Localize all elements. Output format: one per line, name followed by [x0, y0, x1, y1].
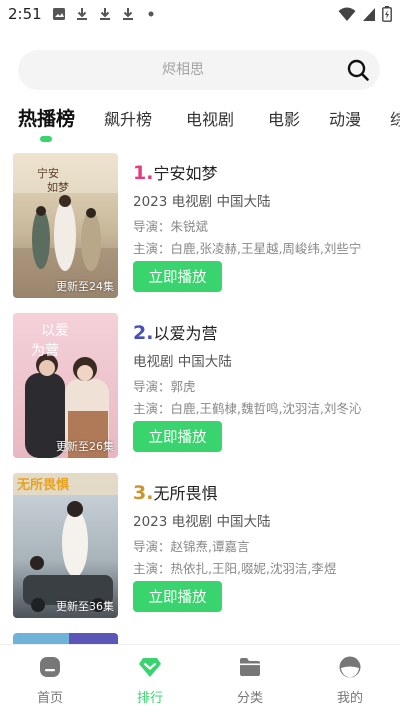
poster-art: 以爱 为营	[13, 313, 118, 458]
play-button[interactable]: 立即播放	[133, 421, 222, 452]
item-cast: 主演：白鹿,张凌赫,王星越,周峻纬,刘些宁	[133, 241, 362, 256]
poster-art	[69, 633, 118, 645]
dot-icon	[148, 11, 154, 17]
system-icons	[338, 6, 392, 22]
item-meta: 2023 电视剧 中国大陆	[133, 194, 271, 210]
item-director: 导演：赵锦焘,谭嘉言	[133, 539, 250, 554]
list-item[interactable]: 无所畏惧 更新至36集 3.无所畏惧 2023 电视剧 中国大陆 导演：赵锦焘,…	[0, 470, 400, 620]
item-meta: 电视剧 中国大陆	[133, 354, 232, 370]
download-icon	[100, 8, 110, 20]
bottom-navigation: 首页 排行 分类 我的	[0, 645, 400, 711]
notification-icons	[52, 7, 158, 21]
title-text: 以爱为营	[153, 324, 218, 343]
nav-profile[interactable]: 我的	[300, 645, 400, 711]
ranking-list: 宁安 如梦 更新至24集 1.宁安如梦 2023 电视剧 中国大陆 导演：朱锐斌…	[0, 150, 400, 645]
svg-text:无所畏惧: 无所畏惧	[16, 477, 69, 493]
title-text: 无所畏惧	[153, 484, 218, 503]
download-icon	[123, 8, 133, 20]
tab-anime[interactable]: 动漫	[329, 106, 361, 130]
nav-label: 首页	[36, 691, 63, 706]
nav-home[interactable]: 首页	[0, 645, 100, 711]
wifi-icon	[338, 7, 356, 21]
item-cast: 主演：热依扎,王阳,啜妮,沈羽洁,李煜	[133, 561, 337, 576]
item-meta: 2023 电视剧 中国大陆	[133, 514, 271, 530]
item-title[interactable]: 1.宁安如梦	[133, 160, 217, 184]
update-badge: 更新至26集	[56, 440, 114, 453]
item-title[interactable]: 3.无所畏惧	[133, 480, 217, 504]
poster-art: 宁安 如梦	[13, 153, 118, 298]
rank-number: 3.	[133, 482, 154, 504]
nav-label: 分类	[236, 691, 263, 706]
category-tabs: 热播榜 飙升榜 电视剧 电影 动漫 综	[0, 100, 400, 146]
nav-label: 排行	[136, 691, 163, 706]
battery-icon	[382, 6, 392, 22]
title-text: 宁安如梦	[153, 164, 218, 183]
nav-category[interactable]: 分类	[200, 645, 300, 711]
tab-movie[interactable]: 电影	[268, 106, 300, 130]
list-item[interactable]: 宁安 如梦 更新至24集 1.宁安如梦 2023 电视剧 中国大陆 导演：朱锐斌…	[0, 150, 400, 300]
download-icon	[77, 8, 87, 20]
poster-image[interactable]: 以爱 为营 更新至26集	[13, 313, 118, 458]
svg-text:以爱: 以爱	[41, 323, 69, 339]
status-time: 2:51	[8, 5, 42, 23]
item-director: 导演：郭虎	[133, 379, 196, 394]
tab-indicator	[40, 136, 52, 142]
tab-hot[interactable]: 热播榜	[18, 104, 75, 131]
rank-number: 1.	[133, 162, 154, 184]
svg-text:为营: 为营	[31, 343, 59, 359]
update-badge: 更新至24集	[56, 280, 114, 293]
tab-rising[interactable]: 飙升榜	[104, 106, 152, 130]
play-button[interactable]: 立即播放	[133, 261, 222, 292]
rank-number: 2.	[133, 322, 154, 344]
tab-tv[interactable]: 电视剧	[186, 106, 234, 130]
profile-icon	[339, 656, 361, 678]
nav-ranking[interactable]: 排行	[100, 645, 200, 711]
folder-icon	[240, 658, 260, 676]
play-button[interactable]: 立即播放	[133, 581, 222, 612]
nav-label: 我的	[336, 691, 363, 706]
item-director: 导演：朱锐斌	[133, 219, 209, 234]
search-bar[interactable]	[18, 50, 380, 90]
item-cast: 主演：白鹿,王鹤棣,魏哲鸣,沈羽洁,刘冬沁	[133, 401, 362, 416]
list-item[interactable]: 以爱 为营 更新至26集 2.以爱为营 电视剧 中国大陆 导演：郭虎 主演：白鹿…	[0, 310, 400, 460]
poster-image[interactable]: 无所畏惧 更新至36集	[13, 473, 118, 618]
poster-image[interactable]	[13, 633, 118, 645]
image-icon	[53, 8, 65, 20]
signal-icon	[363, 7, 375, 21]
poster-art: 无所畏惧	[13, 473, 118, 618]
search-icon[interactable]	[346, 58, 370, 82]
tab-variety[interactable]: 综	[390, 106, 400, 130]
update-badge: 更新至36集	[56, 600, 114, 613]
ranking-icon	[139, 658, 161, 677]
status-bar: 2:51	[0, 0, 400, 28]
svg-text:如梦: 如梦	[47, 180, 69, 194]
svg-text:宁安: 宁安	[37, 166, 59, 180]
item-title[interactable]: 2.以爱为营	[133, 320, 217, 344]
search-input[interactable]	[58, 50, 308, 90]
home-icon	[40, 657, 60, 677]
poster-image[interactable]: 宁安 如梦 更新至24集	[13, 153, 118, 298]
